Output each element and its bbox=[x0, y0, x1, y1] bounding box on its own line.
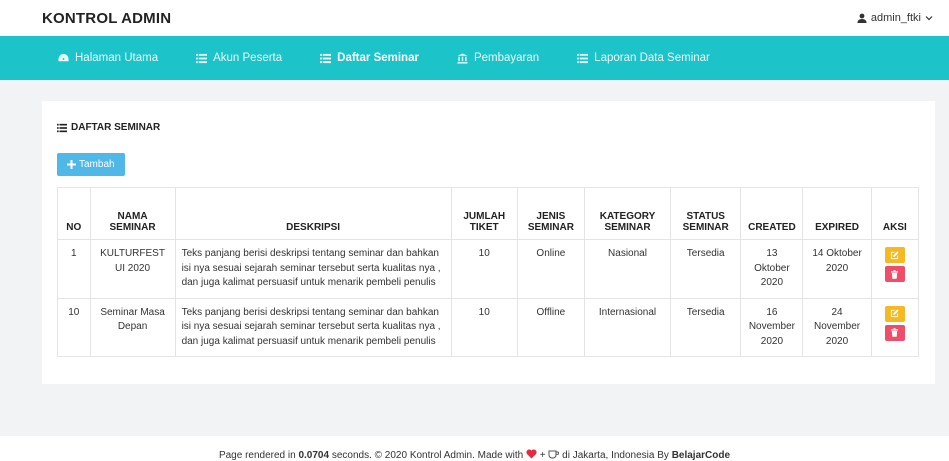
user-menu[interactable]: admin_ftki bbox=[857, 12, 933, 24]
footer-author-link[interactable]: BelajarCode bbox=[672, 450, 730, 461]
panel-title-text: DAFTAR SEMINAR bbox=[71, 122, 161, 133]
th-expired: EXPIRED bbox=[802, 187, 872, 240]
th-deskripsi: DESKRIPSI bbox=[174, 187, 452, 240]
cell-nama: KULTURFEST UI 2020 bbox=[89, 239, 176, 299]
footer: Page rendered in 0.0704 seconds. © 2020 … bbox=[0, 436, 949, 461]
username: admin_ftki bbox=[870, 12, 921, 24]
edit-icon bbox=[891, 309, 899, 318]
cell-deskripsi: Teks panjang berisi deskripsi tentang se… bbox=[174, 239, 452, 299]
edit-button[interactable] bbox=[884, 247, 905, 263]
bank-icon bbox=[457, 52, 468, 64]
cell-kategori: Internasional bbox=[583, 297, 672, 357]
nav-akun-peserta[interactable]: Akun Peserta bbox=[196, 52, 282, 64]
cell-jenis: Offline bbox=[516, 297, 585, 357]
nav-pembayaran[interactable]: Pembayaran bbox=[457, 52, 539, 64]
table-row: 10 Seminar Masa Depan Teks panjang beris… bbox=[57, 297, 920, 357]
coffee-icon bbox=[548, 450, 560, 459]
th-kategory-seminar: KATEGORY SEMINAR bbox=[583, 187, 672, 240]
cell-created: 16 November 2020 bbox=[740, 297, 804, 357]
main-nav: Halaman Utama Akun Peserta Daftar Semina… bbox=[0, 36, 949, 80]
footer-suffix: di Jakarta, Indonesia By bbox=[559, 450, 672, 461]
dashboard-icon bbox=[58, 53, 69, 61]
th-created: CREATED bbox=[740, 187, 804, 240]
edit-icon bbox=[891, 250, 899, 259]
brand-title[interactable]: KONTROL ADMIN bbox=[42, 10, 171, 27]
delete-button[interactable] bbox=[884, 266, 905, 282]
trash-icon bbox=[891, 269, 899, 279]
nav-laporan-data-seminar[interactable]: Laporan Data Seminar bbox=[577, 52, 710, 64]
list-icon bbox=[196, 53, 208, 63]
content-area: DAFTAR SEMINAR Tambah NO NAMA SEMINAR DE… bbox=[0, 80, 949, 436]
seminar-panel: DAFTAR SEMINAR Tambah NO NAMA SEMINAR DE… bbox=[42, 101, 935, 384]
edit-button[interactable] bbox=[884, 305, 905, 322]
cell-tiket: 10 bbox=[450, 239, 518, 299]
nav-label: Halaman Utama bbox=[75, 52, 159, 64]
user-icon bbox=[857, 13, 867, 23]
footer-middle: seconds. © 2020 Kontrol Admin. Made with bbox=[329, 450, 526, 461]
cell-status: Tersedia bbox=[670, 239, 742, 299]
nav-halaman-utama[interactable]: Halaman Utama bbox=[58, 52, 158, 64]
plus-icon bbox=[67, 160, 76, 169]
seminar-table: NO NAMA SEMINAR DESKRIPSI JUMLAH TIKET J… bbox=[57, 187, 920, 357]
cell-no: 1 bbox=[57, 239, 91, 299]
nav-daftar-seminar[interactable]: Daftar Seminar bbox=[320, 52, 419, 64]
delete-button[interactable] bbox=[884, 324, 905, 341]
cell-kategori: Nasional bbox=[583, 239, 672, 299]
th-jenis-seminar: JENIS SEMINAR bbox=[516, 187, 585, 240]
add-button[interactable]: Tambah bbox=[57, 153, 125, 176]
th-nama-seminar: NAMA SEMINAR bbox=[89, 187, 176, 240]
th-jumlah-tiket: JUMLAH TIKET bbox=[450, 187, 518, 240]
render-time: 0.0704 bbox=[298, 450, 330, 461]
trash-icon bbox=[891, 328, 899, 337]
cell-jenis: Online bbox=[516, 239, 585, 299]
cell-deskripsi: Teks panjang berisi deskripsi tentang se… bbox=[174, 297, 452, 357]
th-status-seminar: STATUS SEMINAR bbox=[670, 187, 742, 240]
chevron-down-icon bbox=[925, 16, 933, 21]
list-icon bbox=[320, 53, 332, 63]
th-no: NO bbox=[57, 187, 91, 240]
cell-aksi bbox=[870, 239, 920, 299]
cell-status: Tersedia bbox=[670, 297, 742, 357]
footer-prefix: Page rendered in bbox=[218, 450, 299, 461]
top-bar: KONTROL ADMIN admin_ftki bbox=[0, 0, 949, 36]
list-icon bbox=[57, 123, 67, 132]
cell-expired: 14 Oktober 2020 bbox=[802, 239, 872, 299]
list-icon bbox=[577, 53, 589, 63]
panel-title: DAFTAR SEMINAR bbox=[57, 101, 920, 133]
add-button-label: Tambah bbox=[79, 159, 115, 170]
th-aksi: AKSI bbox=[870, 187, 920, 240]
cell-nama: Seminar Masa Depan bbox=[89, 297, 176, 357]
nav-label: Daftar Seminar bbox=[337, 52, 419, 64]
cell-created: 13 Oktober 2020 bbox=[740, 239, 804, 299]
heart-icon bbox=[526, 449, 537, 459]
nav-label: Akun Peserta bbox=[213, 52, 283, 64]
cell-expired: 24 November 2020 bbox=[802, 297, 872, 357]
nav-label: Pembayaran bbox=[473, 52, 540, 64]
cell-tiket: 10 bbox=[450, 297, 518, 357]
table-row: 1 KULTURFEST UI 2020 Teks panjang berisi… bbox=[57, 239, 920, 299]
cell-aksi bbox=[870, 297, 920, 357]
table-header-row: NO NAMA SEMINAR DESKRIPSI JUMLAH TIKET J… bbox=[57, 187, 920, 240]
cell-no: 10 bbox=[57, 297, 91, 357]
nav-label: Laporan Data Seminar bbox=[594, 52, 710, 64]
footer-plus: + bbox=[536, 450, 549, 461]
